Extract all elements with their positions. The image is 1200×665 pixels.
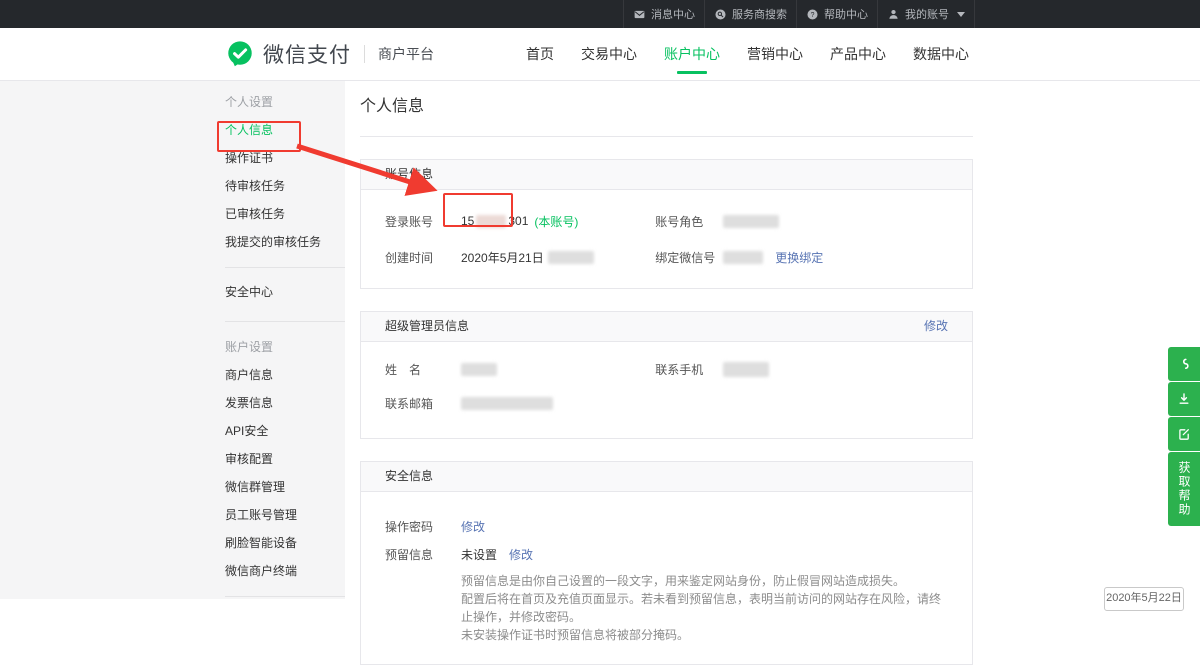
nav-item-home[interactable]: 首页	[520, 28, 560, 80]
nav-item-marketing-center[interactable]: 营销中心	[741, 28, 809, 80]
wechat-pay-logo[interactable]: 微信支付	[225, 39, 351, 69]
topbar: 消息中心 服务商搜索 ? 帮助中心 我的账号	[0, 0, 1200, 28]
header-divider	[364, 45, 365, 63]
sidebar-item-merchant-terminal[interactable]: 微信商户终端	[225, 557, 345, 585]
admin-email-label: 联系邮箱	[385, 395, 451, 412]
description-line: 未安装操作证书时预留信息将被部分掩码。	[461, 626, 948, 644]
sidebar-item-my-submitted-review[interactable]: 我提交的审核任务	[225, 228, 345, 256]
get-help-button[interactable]: 获取帮助	[1168, 452, 1200, 526]
topbar-item-label: 服务商搜索	[732, 6, 787, 22]
admin-edit-link[interactable]: 修改	[924, 312, 948, 341]
sidebar-divider	[225, 596, 345, 597]
nav-item-account-center[interactable]: 账户中心	[658, 28, 726, 80]
operation-password-edit-link[interactable]: 修改	[461, 518, 485, 535]
change-binding-link[interactable]: 更换绑定	[775, 249, 823, 266]
account-role-label: 账号角色	[655, 213, 715, 230]
brand-title: 微信支付	[263, 39, 351, 69]
security-info-card: 安全信息 操作密码 修改 预留信息 未设置 修改 预留信息是由你自己设置的一段文…	[360, 461, 973, 665]
float-edit-button[interactable]	[1168, 417, 1200, 451]
float-link-button[interactable]	[1168, 347, 1200, 381]
redacted-created-time	[548, 251, 594, 264]
redacted-admin-email	[461, 397, 553, 410]
redacted-admin-phone	[723, 362, 769, 377]
sidebar-item-reviewed[interactable]: 已审核任务	[225, 200, 345, 228]
sidebar-item-pending-review[interactable]: 待审核任务	[225, 172, 345, 200]
link-icon	[1176, 356, 1192, 372]
security-info-card-title: 安全信息	[385, 462, 433, 491]
reserved-info-label: 预留信息	[385, 546, 451, 563]
platform-subtitle: 商户平台	[378, 44, 434, 64]
admin-name-label: 姓 名	[385, 361, 451, 378]
login-account-label: 登录账号	[385, 213, 451, 230]
search-icon	[714, 8, 727, 21]
chevron-down-icon	[957, 12, 965, 17]
topbar-item-label: 我的账号	[905, 6, 949, 22]
topbar-item-sp-search[interactable]: 服务商搜索	[704, 0, 796, 28]
operation-password-label: 操作密码	[385, 518, 451, 535]
topbar-item-my-account[interactable]: 我的账号	[877, 0, 975, 28]
nav-item-product-center[interactable]: 产品中心	[824, 28, 892, 80]
topbar-item-messages[interactable]: 消息中心	[623, 0, 704, 28]
topbar-item-label: 消息中心	[651, 6, 695, 22]
sidebar-item-staff-account[interactable]: 员工账号管理	[225, 501, 345, 529]
redacted-admin-name	[461, 363, 497, 376]
reserved-info-status: 未设置	[461, 546, 497, 563]
topbar-item-help-center[interactable]: ? 帮助中心	[796, 0, 877, 28]
sidebar-item-invoice-info[interactable]: 发票信息	[225, 389, 345, 417]
sidebar-item-review-config[interactable]: 审核配置	[225, 445, 345, 473]
created-time-label: 创建时间	[385, 249, 451, 266]
login-account-value: 15 301	[461, 214, 528, 228]
redacted-account-role	[723, 215, 779, 228]
float-download-button[interactable]	[1168, 382, 1200, 416]
nav-item-data-center[interactable]: 数据中心	[907, 28, 975, 80]
main-content: 个人信息 账号信息 登录账号 15 301 (本账号)	[360, 92, 973, 665]
date-tooltip: 2020年5月22日	[1104, 587, 1184, 611]
admin-info-card-title: 超级管理员信息	[385, 312, 469, 341]
header: 微信支付 商户平台 首页 交易中心 账户中心 营销中心 产品中心 数据中心	[0, 28, 1200, 81]
sidebar-section-personal-settings: 个人设置	[225, 88, 345, 116]
floating-help-panel: 获取帮助	[1168, 347, 1200, 527]
description-line: 配置后将在首页及充值页面显示。若未看到预留信息，表明当前访问的网站存在风险，请终…	[461, 590, 948, 626]
redacted-phone-middle	[476, 215, 506, 228]
redacted-wechat-id	[723, 251, 763, 264]
wechat-pay-logo-icon	[225, 39, 255, 69]
sidebar-divider	[225, 321, 345, 322]
reserved-info-description: 预留信息是由你自己设置的一段文字，用来鉴定网站身份，防止假冒网站造成损失。 配置…	[461, 572, 948, 644]
main-nav: 首页 交易中心 账户中心 营销中心 产品中心 数据中心	[520, 28, 975, 80]
edit-icon	[1176, 426, 1192, 442]
sidebar-item-wechat-group[interactable]: 微信群管理	[225, 473, 345, 501]
reserved-info-edit-link[interactable]: 修改	[509, 546, 533, 563]
sidebar-section-account-settings: 账户设置	[225, 333, 345, 361]
sidebar-item-merchant-info[interactable]: 商户信息	[225, 361, 345, 389]
sidebar-item-personal-info[interactable]: 个人信息	[225, 116, 345, 144]
page: 消息中心 服务商搜索 ? 帮助中心 我的账号	[0, 0, 1200, 599]
svg-text:?: ?	[811, 11, 815, 18]
help-icon: ?	[806, 8, 819, 21]
admin-phone-label: 联系手机	[655, 361, 715, 378]
account-info-card-title: 账号信息	[385, 160, 433, 189]
sidebar-item-api-security[interactable]: API安全	[225, 417, 345, 445]
current-account-note: (本账号)	[534, 213, 578, 230]
bound-wechat-label: 绑定微信号	[655, 249, 715, 266]
user-icon	[887, 8, 900, 21]
topbar-item-label: 帮助中心	[824, 6, 868, 22]
admin-info-card: 超级管理员信息 修改 姓 名 联系手机 联系邮箱	[360, 311, 973, 439]
sidebar-item-security-center[interactable]: 安全中心	[225, 278, 345, 306]
nav-item-trade-center[interactable]: 交易中心	[575, 28, 643, 80]
description-line: 预留信息是由你自己设置的一段文字，用来鉴定网站身份，防止假冒网站造成损失。	[461, 572, 948, 590]
sidebar-divider	[225, 267, 345, 268]
sidebar-item-face-device[interactable]: 刷脸智能设备	[225, 529, 345, 557]
download-icon	[1176, 391, 1192, 407]
page-title: 个人信息	[360, 92, 973, 137]
mail-icon	[633, 8, 646, 21]
account-info-card: 账号信息 登录账号 15 301 (本账号) 账号角色	[360, 159, 973, 289]
created-time-value: 2020年5月21日	[461, 249, 544, 266]
sidebar: 个人设置 个人信息 操作证书 待审核任务 已审核任务 我提交的审核任务 安全中心…	[225, 88, 345, 597]
sidebar-item-operation-cert[interactable]: 操作证书	[225, 144, 345, 172]
